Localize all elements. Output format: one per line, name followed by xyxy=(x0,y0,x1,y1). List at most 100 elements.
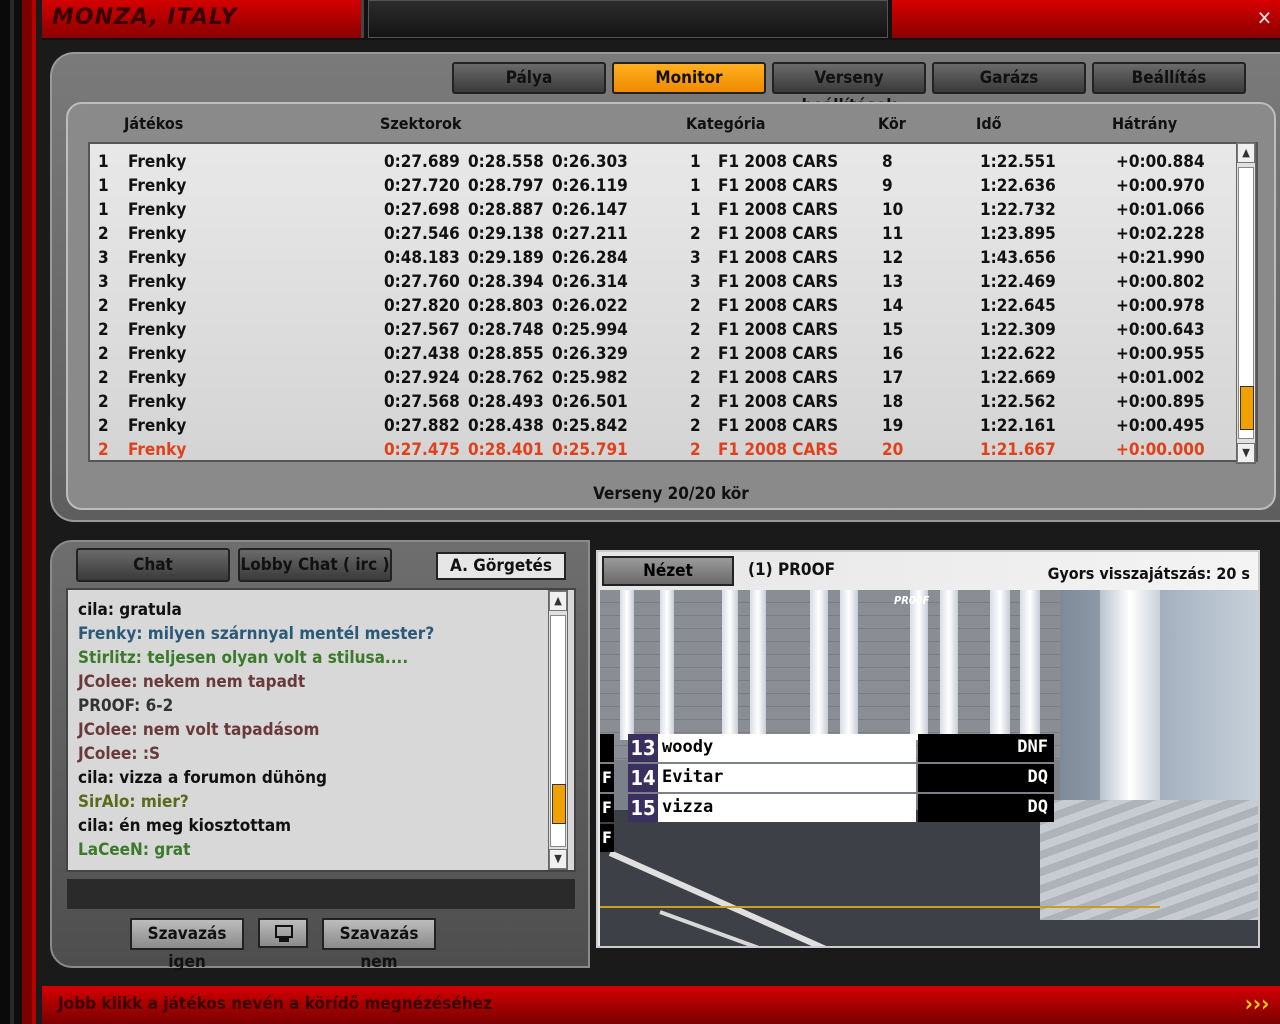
cell-sector-1: 0:48.183 xyxy=(384,248,460,268)
cell-sector-2: 0:28.493 xyxy=(468,392,544,412)
cell-sector-1: 0:27.882 xyxy=(384,416,460,436)
chat-scroll-track[interactable] xyxy=(550,615,566,847)
next-arrow-icon[interactable]: ››› xyxy=(1240,990,1274,1020)
cell-sector-2: 0:28.797 xyxy=(468,176,544,196)
cell-category-num: 2 xyxy=(690,368,701,388)
tab-garage[interactable]: Garázs xyxy=(932,62,1086,94)
close-icon[interactable]: ✕ xyxy=(1257,6,1272,30)
table-row[interactable]: 2 Frenky 0:27.546 0:29.138 0:27.211 2 F1 2008 … xyxy=(90,224,1230,248)
results-scrollbar[interactable]: ▲ ▼ xyxy=(1236,142,1256,464)
table-row[interactable]: 2 Frenky 0:27.882 0:28.438 0:25.842 2 F1 2008 … xyxy=(90,416,1230,440)
cell-sector-1: 0:27.475 xyxy=(384,440,460,460)
cell-lap-number: 17 xyxy=(882,368,904,388)
tab-lobby-chat[interactable]: Lobby Chat ( irc ) xyxy=(238,548,392,582)
cell-player-name: Frenky xyxy=(128,320,187,340)
cell-sector-1: 0:27.820 xyxy=(384,296,460,316)
chat-panel: Chat Lobby Chat ( irc ) A. Görgetés cila… xyxy=(50,540,590,972)
table-row[interactable]: 2 Frenky 0:27.820 0:28.803 0:26.022 2 F1 2008 … xyxy=(90,296,1230,320)
chat-scroll-down-icon[interactable]: ▼ xyxy=(549,849,567,869)
cell-category-num: 2 xyxy=(690,296,701,316)
vote-no-button[interactable]: Szavazás nem xyxy=(322,918,436,972)
cell-sector-2: 0:28.394 xyxy=(468,272,544,292)
cell-category: F1 2008 CARS xyxy=(718,296,839,316)
cell-sector-1: 0:27.698 xyxy=(384,200,460,220)
viewed-driver: (1) PR0OF xyxy=(748,560,836,580)
cell-gap: +0:00.495 xyxy=(1116,416,1205,436)
cell-sector-1: 0:27.760 xyxy=(384,272,460,292)
driver-status: DQ xyxy=(918,794,1054,822)
cell-sector-1: 0:27.546 xyxy=(384,224,460,244)
scroll-up-icon[interactable]: ▲ xyxy=(1237,143,1255,163)
view-button[interactable]: Nézet xyxy=(602,556,734,586)
table-row[interactable]: 1 Frenky 0:27.698 0:28.887 0:26.147 1 F1 2008 … xyxy=(90,200,1230,224)
cell-lap-number: 13 xyxy=(882,272,904,292)
table-row[interactable]: 1 Frenky 0:27.720 0:28.797 0:26.119 1 F1 2008 … xyxy=(90,176,1230,200)
cell-player-name: Frenky xyxy=(128,368,187,388)
chat-message: JColee: nem volt tapadásom xyxy=(78,720,320,740)
table-row[interactable]: 2 Frenky 0:27.567 0:28.748 0:25.994 2 F1 2008 … xyxy=(90,320,1230,344)
chat-message: Stirlitz: teljesen olyan volt a stilusa.… xyxy=(78,648,409,668)
cell-sector-3: 0:26.329 xyxy=(552,344,628,364)
cell-category-num: 1 xyxy=(690,200,701,220)
cell-category-num: 2 xyxy=(690,320,701,340)
column xyxy=(1100,590,1160,820)
cell-sector-1: 0:27.567 xyxy=(384,320,460,340)
tab-chat[interactable]: Chat xyxy=(76,548,230,582)
chat-scroll-up-icon[interactable]: ▲ xyxy=(549,591,567,611)
cell-player-name: Frenky xyxy=(128,392,187,412)
tab-settings[interactable]: Beállítás xyxy=(1092,62,1246,94)
cell-lap-time: 1:22.562 xyxy=(980,392,1056,412)
col-header-sectors: Szektorok xyxy=(380,114,462,133)
viewer-header: Nézet (1) PR0OF Gyors visszajátszás: 20 … xyxy=(598,552,1258,590)
chat-scrollbar[interactable]: ▲ ▼ xyxy=(548,590,568,870)
cell-category: F1 2008 CARS xyxy=(718,152,839,172)
cell-lap-number: 19 xyxy=(882,416,904,436)
table-row[interactable]: 2 Frenky 0:27.438 0:28.855 0:26.329 2 F1 2008 … xyxy=(90,344,1230,368)
vote-yes-button[interactable]: Szavazás igen xyxy=(130,918,244,972)
chat-message: cila: gratula xyxy=(78,600,182,620)
flag-cell: F xyxy=(600,824,614,852)
table-row[interactable]: 3 Frenky 0:27.760 0:28.394 0:26.314 3 F1 2008 … xyxy=(90,272,1230,296)
cell-lap-time: 1:22.622 xyxy=(980,344,1056,364)
scroll-thumb[interactable] xyxy=(1240,386,1254,430)
cell-category: F1 2008 CARS xyxy=(718,416,839,436)
col-header-category: Kategória xyxy=(686,114,766,133)
cell-category-num: 2 xyxy=(690,344,701,364)
col-header-player: Játékos xyxy=(124,114,184,133)
position-number: 14 xyxy=(628,764,658,792)
standing-row: F xyxy=(600,824,614,852)
cell-player-name: Frenky xyxy=(128,176,187,196)
table-row[interactable]: 1 Frenky 0:27.689 0:28.558 0:26.303 1 F1 2008 … xyxy=(90,152,1230,176)
table-row[interactable]: 2 Frenky 0:27.475 0:28.401 0:25.791 2 F1 2008 … xyxy=(90,440,1230,464)
cell-category-num: 3 xyxy=(690,248,701,268)
cell-category: F1 2008 CARS xyxy=(718,392,839,412)
cell-sector-2: 0:28.762 xyxy=(468,368,544,388)
tab-palya[interactable]: Pálya xyxy=(452,62,606,94)
tab-race-settings[interactable]: Verseny beállítások xyxy=(772,62,926,116)
autoscroll-button[interactable]: A. Görgetés xyxy=(436,552,566,580)
tab-monitor[interactable]: Monitor xyxy=(612,62,766,94)
barrier xyxy=(1040,800,1258,920)
cell-lap-time: 1:22.732 xyxy=(980,200,1056,220)
chat-message: Frenky: milyen szárnnyal mentél mester? xyxy=(78,624,435,644)
monitor-icon-button[interactable] xyxy=(258,918,308,948)
scroll-track[interactable] xyxy=(1238,167,1254,439)
cell-sector-1: 0:27.689 xyxy=(384,152,460,172)
chat-log: cila: gratula Frenky: milyen szárnnyal me… xyxy=(66,588,576,872)
cell-sector-3: 0:25.994 xyxy=(552,320,628,340)
scroll-down-icon[interactable]: ▼ xyxy=(1237,443,1255,463)
table-row[interactable]: 3 Frenky 0:48.183 0:29.189 0:26.284 3 F1 2008 … xyxy=(90,248,1230,272)
cell-sector-3: 0:25.982 xyxy=(552,368,628,388)
chat-input[interactable] xyxy=(66,878,576,910)
cell-category-num: 1 xyxy=(690,152,701,172)
race-status: Verseny 20/20 kör xyxy=(593,484,749,504)
table-row[interactable]: 2 Frenky 0:27.924 0:28.762 0:25.982 2 F1 2008 … xyxy=(90,368,1230,392)
cell-gap: +0:00.802 xyxy=(1116,272,1205,292)
standing-row: F 15 vizza DQ xyxy=(600,794,1054,822)
cell-position: 2 xyxy=(98,416,109,436)
chat-scroll-thumb[interactable] xyxy=(552,784,566,824)
cell-category-num: 2 xyxy=(690,224,701,244)
cell-player-name: Frenky xyxy=(128,272,187,292)
cell-category: F1 2008 CARS xyxy=(718,224,839,244)
table-row[interactable]: 2 Frenky 0:27.568 0:28.493 0:26.501 2 F1 2008 … xyxy=(90,392,1230,416)
